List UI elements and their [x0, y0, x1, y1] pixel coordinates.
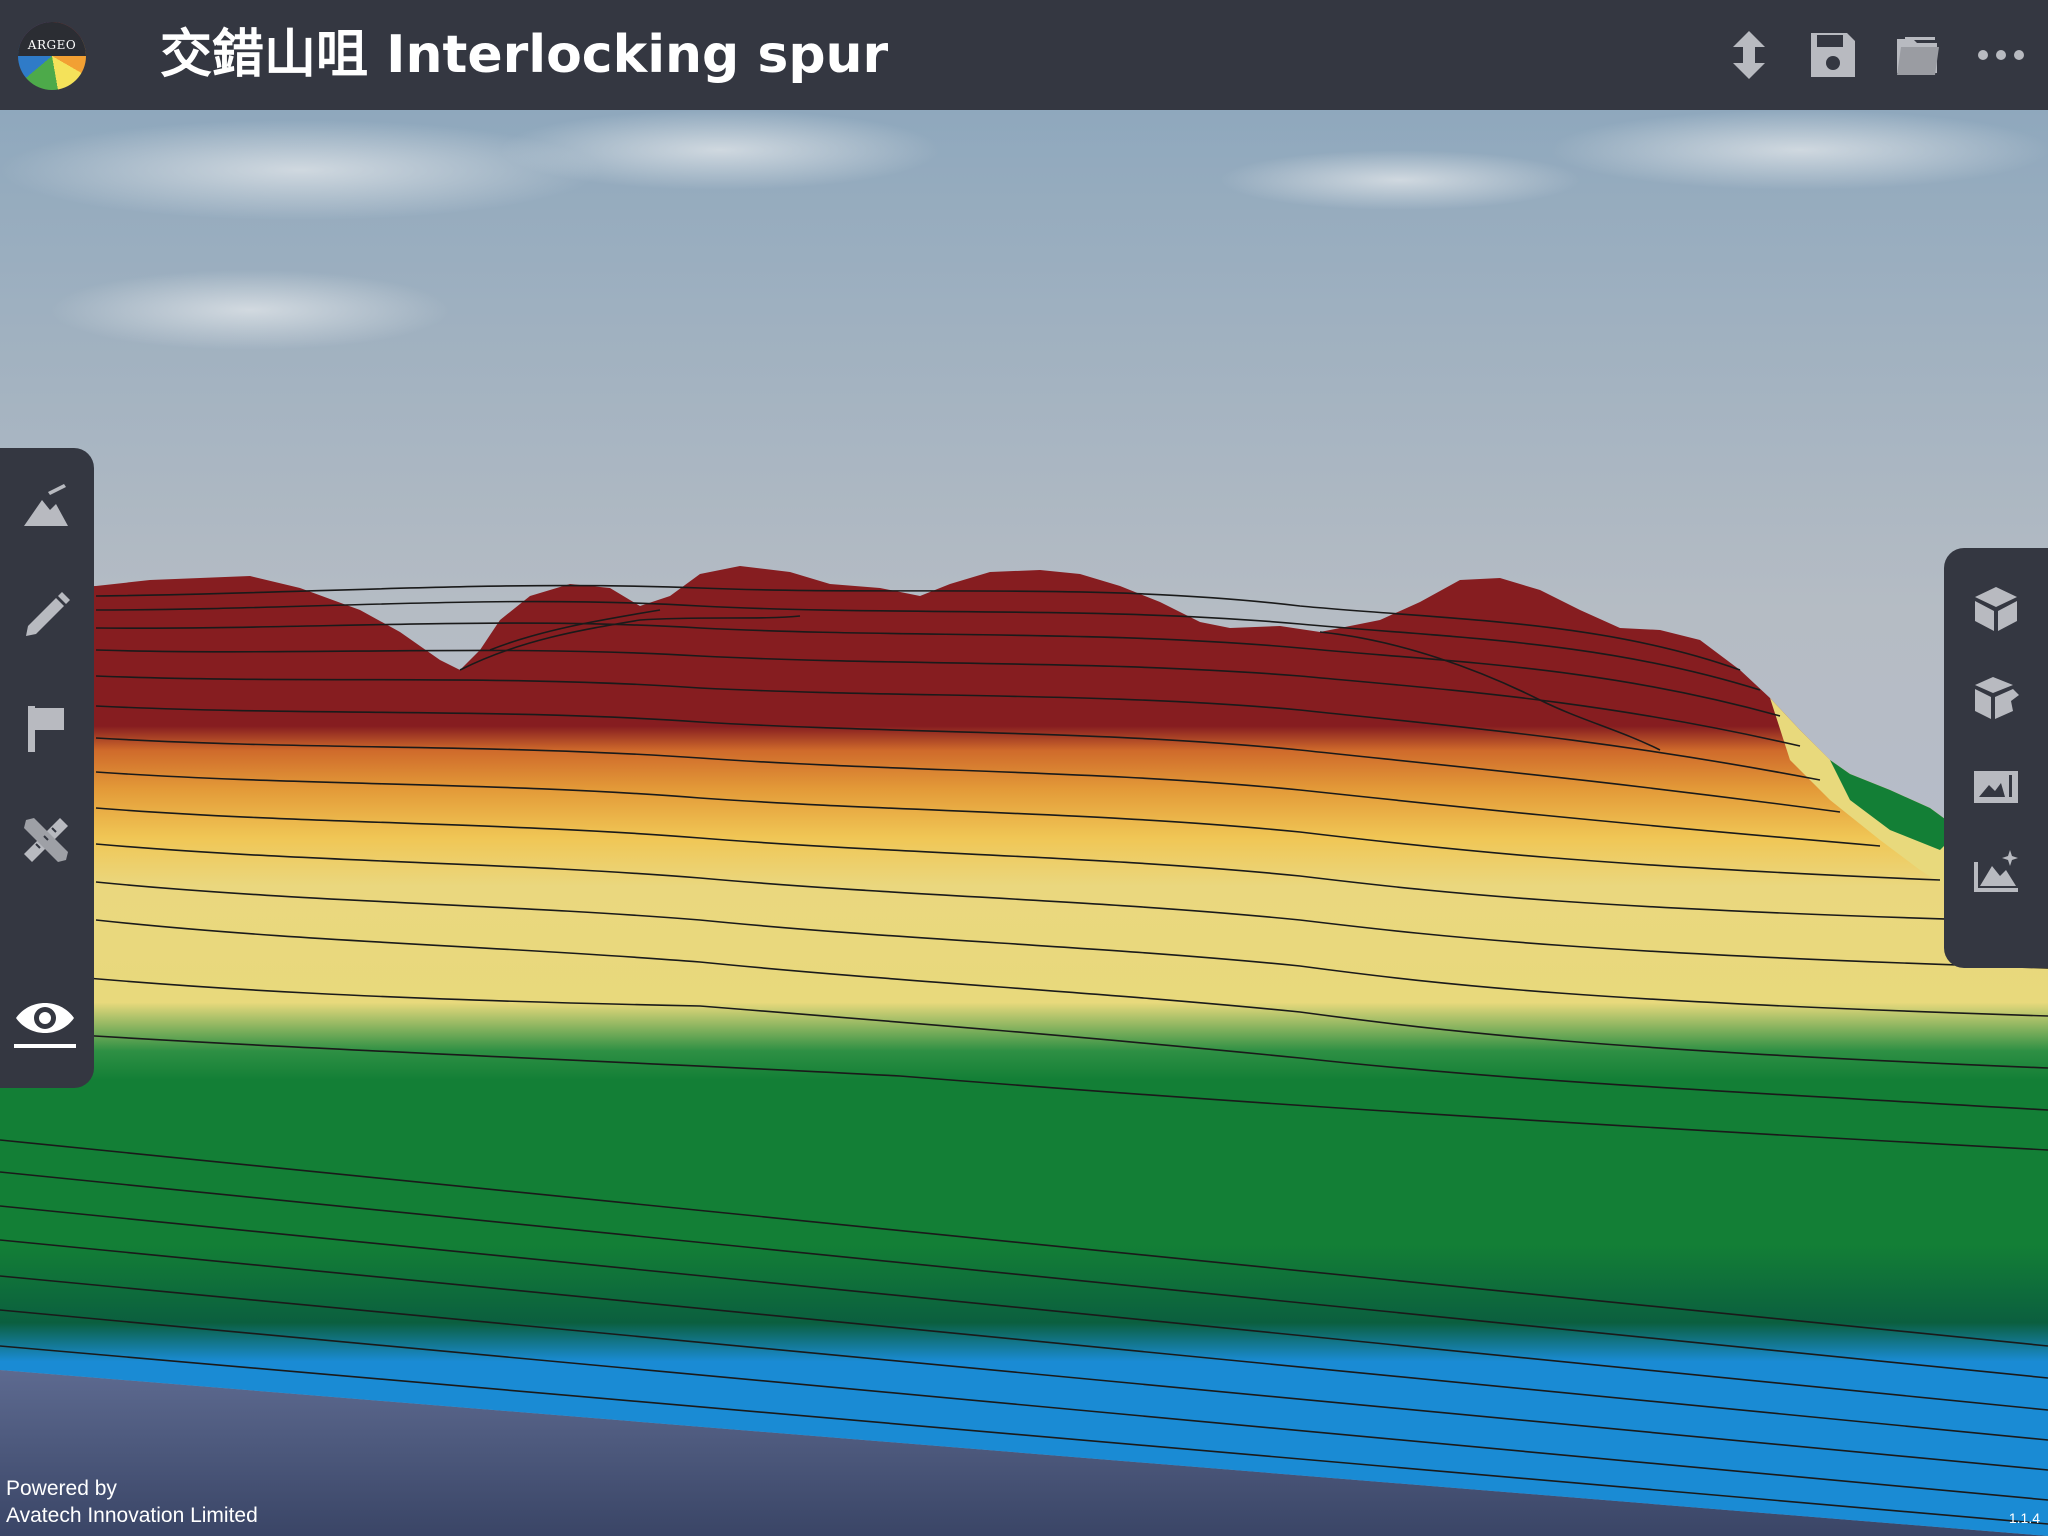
terrain-sparkle-icon[interactable]: [1964, 840, 2028, 904]
cube-top-icon[interactable]: [1964, 576, 2028, 640]
cube-side-icon[interactable]: [1964, 666, 2028, 730]
pencil-icon[interactable]: [14, 584, 78, 648]
more-icon[interactable]: [1972, 26, 2030, 84]
left-tool-sidebar: [0, 448, 94, 1088]
argeo-logo: ARGEO: [18, 22, 86, 90]
logo-text: ARGEO: [27, 38, 77, 52]
powered-by: Powered by Avatech Innovation Limited: [6, 1475, 258, 1529]
folder-icon[interactable]: [1888, 26, 1946, 84]
cross-section-icon[interactable]: [1964, 754, 2028, 818]
right-view-sidebar: [1944, 548, 2048, 968]
terrain-edit-icon[interactable]: [14, 472, 78, 536]
powered-by-label: Powered by: [6, 1477, 117, 1500]
page-title: 交錯山咀 Interlocking spur: [160, 25, 889, 85]
terrain-render: [0, 110, 2048, 1536]
terrain-viewport[interactable]: [0, 110, 2048, 1536]
upload-download-icon[interactable]: [1720, 26, 1778, 84]
toolbar-actions: [1720, 26, 2030, 86]
flag-icon[interactable]: [14, 696, 78, 760]
eye-icon[interactable]: [10, 990, 80, 1054]
save-icon[interactable]: [1804, 26, 1862, 84]
top-bar: ARGEO 交錯山咀 Interlocking spur: [0, 0, 2048, 110]
company-name: Avatech Innovation Limited: [6, 1504, 258, 1527]
version-label: 1.1.4: [2008, 1510, 2040, 1526]
ruler-pencil-icon[interactable]: [14, 808, 78, 872]
